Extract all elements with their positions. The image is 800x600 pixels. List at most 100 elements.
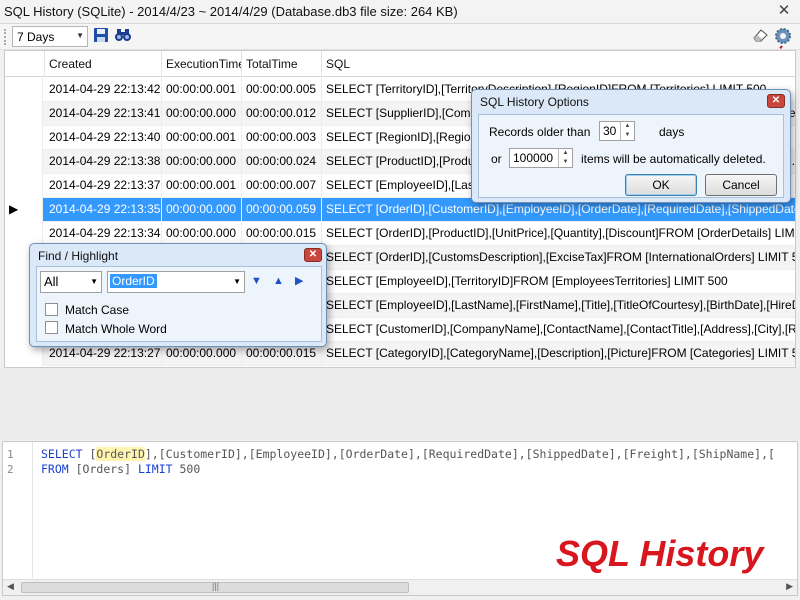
search-input[interactable]: OrderID ▼ [107, 271, 245, 293]
find-previous-icon[interactable]: ▲ [273, 275, 284, 287]
column-header-created[interactable]: Created [45, 51, 162, 77]
days-value: 30 [603, 124, 617, 138]
window-title: SQL History (SQLite) - 2014/4/23 ~ 2014/… [4, 4, 458, 19]
records-label: Records older than [489, 125, 591, 139]
range-value: 7 Days [17, 30, 55, 44]
table-cell: 00:00:00.000 [162, 150, 242, 174]
match-whole-word-label: Match Whole Word [65, 322, 167, 336]
code-text: [ [82, 447, 97, 461]
row-indicator[interactable] [5, 102, 43, 126]
scope-select[interactable]: All ▼ [40, 271, 102, 293]
table-cell: 00:00:00.003 [242, 126, 322, 150]
table-cell: SELECT [CustomerID],[CompanyName],[Conta… [322, 318, 795, 342]
toolbar-grip [4, 29, 7, 45]
code-text: 500 [172, 462, 201, 476]
table-cell: 00:00:00.007 [242, 174, 322, 198]
scroll-thumb[interactable]: ||| [21, 581, 409, 593]
close-icon[interactable]: ✕ [767, 94, 785, 108]
keyword: FROM [41, 462, 69, 476]
spin-arrows-icon[interactable]: ▲ ▼ [620, 122, 634, 140]
column-header-totaltime[interactable]: TotalTime [242, 51, 322, 77]
find-next-icon[interactable]: ▼ [251, 275, 262, 287]
binoculars-icon[interactable] [114, 27, 132, 45]
line-number: 1 [7, 448, 14, 461]
highlight-icon[interactable]: ▶ [295, 274, 303, 287]
options-panel: Records older than 30 ▲ ▼ days or 100000 … [478, 114, 784, 198]
table-cell: SELECT [OrderID],[CustomsDescription],[E… [322, 246, 795, 270]
highlighted-match: OrderID [96, 447, 145, 461]
row-indicator[interactable] [5, 126, 43, 150]
table-cell: 00:00:00.001 [162, 126, 242, 150]
line-gutter: 1 2 [3, 442, 33, 578]
scroll-left-icon[interactable]: ◀ [7, 581, 14, 592]
items-value: 100000 [513, 151, 554, 165]
table-cell: 00:00:00.001 [162, 174, 242, 198]
cancel-button[interactable]: Cancel [705, 174, 777, 196]
ok-button[interactable]: OK [625, 174, 697, 196]
toolbar: 7 Days ▼ [0, 24, 800, 50]
search-value: OrderID [110, 274, 157, 288]
match-case-label: Match Case [65, 303, 130, 317]
table-cell: 2014-04-29 22:13:38 [45, 150, 162, 174]
items-stepper[interactable]: 100000 ▲ ▼ [509, 148, 573, 168]
column-header-executiontime[interactable]: ExecutionTime [162, 51, 242, 77]
current-row-indicator[interactable]: ▶ [5, 198, 43, 222]
days-stepper[interactable]: 30 ▲ ▼ [599, 121, 635, 141]
grid-header: Created ExecutionTime TotalTime SQL [5, 51, 795, 77]
chevron-down-icon: ▼ [90, 277, 98, 286]
brand-logo-text: SQL History [556, 533, 764, 574]
table-cell: 00:00:00.005 [242, 78, 322, 102]
scroll-right-icon[interactable]: ▶ [786, 581, 793, 592]
find-panel: All ▼ OrderID ▼ ▼ ▲ ▶ Match Case Match W… [36, 266, 322, 342]
splitter-area: • • • • • [0, 368, 800, 447]
find-dialog: Find / Highlight ✕ All ▼ OrderID ▼ ▼ ▲ ▶… [29, 243, 327, 347]
chevron-down-icon: ▼ [76, 31, 84, 40]
table-cell: SELECT [EmployeeID],[TerritoryID]FROM [E… [322, 270, 795, 294]
close-icon[interactable]: ✕ [304, 248, 322, 262]
table-cell: SELECT [CategoryID],[CategoryName],[Desc… [322, 342, 795, 366]
row-indicator[interactable] [5, 78, 43, 102]
code-text: [Orders] [68, 462, 138, 476]
dialog-title: Find / Highlight [38, 249, 119, 263]
table-cell: 2014-04-29 22:13:35 [45, 198, 162, 222]
table-cell: 00:00:00.000 [162, 198, 242, 222]
close-icon[interactable]: ✕ [774, 2, 794, 20]
table-cell: 00:00:00.059 [242, 198, 322, 222]
items-label: items will be automatically deleted. [581, 152, 766, 166]
days-label: days [659, 125, 685, 139]
scope-value: All [44, 274, 59, 289]
table-cell: 00:00:00.000 [162, 102, 242, 126]
keyword: SELECT [41, 447, 83, 461]
table-cell: 00:00:00.001 [162, 78, 242, 102]
row-indicator[interactable] [5, 174, 43, 198]
match-whole-word-checkbox[interactable] [45, 321, 58, 334]
title-bar: SQL History (SQLite) - 2014/4/23 ~ 2014/… [0, 0, 800, 24]
row-indicator[interactable] [5, 150, 43, 174]
table-cell: 2014-04-29 22:13:42 [45, 78, 162, 102]
match-case-checkbox[interactable] [45, 303, 58, 316]
line-number: 2 [7, 463, 14, 476]
keyword: LIMIT [137, 462, 173, 476]
table-cell: 00:00:00.012 [242, 102, 322, 126]
table-cell: 2014-04-29 22:13:41 [45, 102, 162, 126]
table-cell: SELECT [EmployeeID],[LastName],[FirstNam… [322, 294, 795, 318]
eraser-icon[interactable] [752, 27, 770, 45]
save-icon[interactable] [92, 27, 110, 45]
gear-icon[interactable] [774, 27, 792, 45]
range-select[interactable]: 7 Days ▼ [12, 26, 88, 47]
table-cell: 2014-04-29 22:13:40 [45, 126, 162, 150]
spin-arrows-icon[interactable]: ▲ ▼ [558, 149, 572, 167]
code-text: ],[CustomerID],[EmployeeID],[OrderDate],… [144, 447, 775, 461]
table-cell: 00:00:00.024 [242, 150, 322, 174]
column-header-sql[interactable]: SQL [322, 51, 795, 77]
code-line-1[interactable]: SELECT [OrderID],[CustomerID],[EmployeeI… [41, 447, 775, 461]
table-cell: SELECT [OrderID],[ProductID],[UnitPrice]… [322, 222, 795, 246]
code-line-2[interactable]: FROM [Orders] LIMIT 500 [41, 462, 200, 476]
chevron-down-icon: ▼ [233, 277, 241, 286]
or-label: or [491, 152, 502, 166]
dialog-title: SQL History Options [480, 95, 589, 109]
row-indicator-header [5, 51, 45, 77]
table-cell: 2014-04-29 22:13:37 [45, 174, 162, 198]
horizontal-scrollbar[interactable]: ◀ ||| ▶ [3, 579, 797, 595]
options-dialog: SQL History Options ✕ Records older than… [471, 89, 791, 203]
